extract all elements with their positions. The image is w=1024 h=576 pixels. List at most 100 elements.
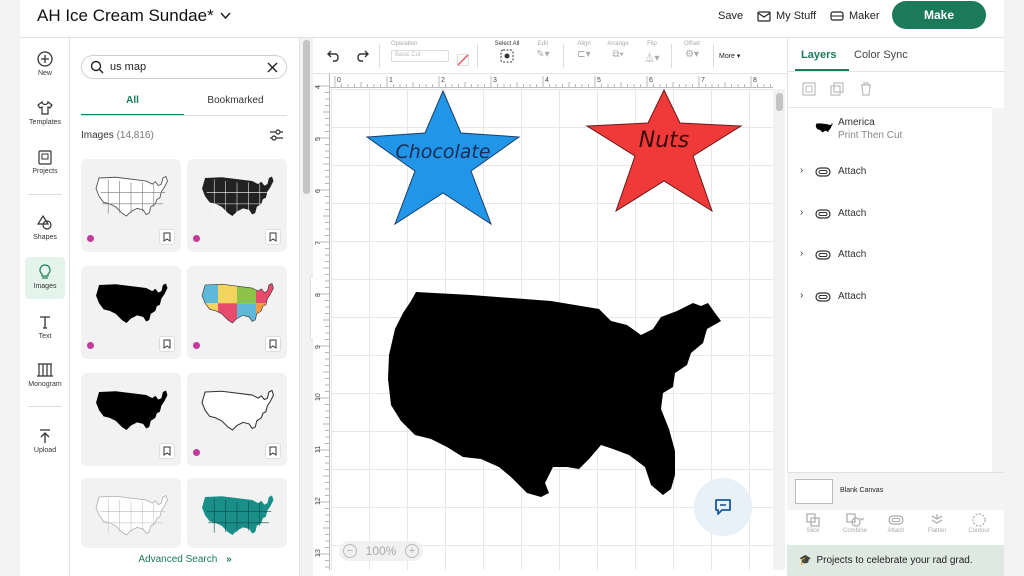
blank-canvas-row[interactable]: Blank Canvas [787,472,1004,510]
tab-layers[interactable]: Layers [794,49,850,71]
bookmark-button[interactable] [159,229,175,245]
zoom-level: 100% [365,544,397,558]
align-button[interactable]: Align ⊏▾ [571,41,597,60]
chat-button[interactable] [694,478,752,536]
bookmark-button[interactable] [159,443,175,459]
combine-icon [846,513,864,527]
duplicate-icon[interactable] [830,82,844,96]
search-bar[interactable]: us map [81,55,287,79]
projects-icon [38,150,52,165]
chevron-right-icon: › [800,248,804,259]
pencil-icon: ✎▾ [536,49,550,60]
layer-name: Attach [838,291,867,302]
select-all-button[interactable]: Select All [487,41,527,65]
canvas-scrollbar[interactable] [773,89,785,570]
my-stuff-label: My Stuff [776,10,817,22]
arrange-icon: ⧉▾ [612,49,624,60]
contour-icon [972,513,986,527]
tab-all[interactable]: All [81,95,184,116]
image-tile-us-teal-states[interactable] [187,478,287,548]
rail-item-monogram[interactable]: Monogram [20,361,70,388]
slice-icon [806,513,820,527]
image-tile-us-colorful[interactable] [187,266,287,359]
image-tile-us-outline[interactable] [187,373,287,466]
flatten-icon [931,514,943,524]
plus-circle-icon [37,51,53,67]
rail-item-projects[interactable]: Projects [20,148,70,175]
ruler-label: 0 [337,77,341,84]
ruler-label: 6 [315,189,322,193]
rail-item-images[interactable]: Images [25,257,65,299]
flip-button[interactable]: Flip ⏅▾ [639,41,665,64]
tab-color-sync[interactable]: Color Sync [854,49,908,61]
flatten-button[interactable]: Flatten [917,512,957,534]
trash-icon[interactable] [860,82,872,96]
operation-select[interactable]: Basic Cut [391,50,449,62]
image-tile-us-outline-states[interactable] [81,159,181,252]
us-map-shape[interactable] [388,292,721,497]
project-title-dropdown[interactable]: AH Ice Cream Sundae* [37,6,231,26]
bookmark-button[interactable] [265,443,281,459]
group-icon[interactable] [802,82,816,96]
attach-button[interactable]: Attach [876,512,916,534]
slice-label: Slice [806,528,820,534]
arrange-button[interactable]: Arrange ⧉▾ [603,41,633,60]
blank-canvas-label: Blank Canvas [840,487,884,494]
rail-item-shapes[interactable]: Shapes [20,214,70,241]
rail-item-templates[interactable]: Templates [20,99,70,126]
attach-icon [815,167,831,177]
maker-button[interactable]: Maker [830,10,880,22]
contour-button[interactable]: Contour [959,512,999,534]
advanced-search-label: Advanced Search [138,554,218,565]
image-tile-us-solid[interactable] [81,266,181,359]
layers-scrollbar[interactable] [992,108,1004,472]
scrollbar-thumb[interactable] [776,93,783,111]
search-input[interactable]: us map [110,61,146,73]
scrollbar-thumb[interactable] [303,40,310,194]
pen-color-icon[interactable] [457,54,469,66]
zoom-in-button[interactable]: + [404,544,419,558]
rail-label: Templates [29,119,61,126]
arrange-label: Arrange [607,41,629,47]
undo-icon[interactable] [327,50,341,62]
my-stuff-button[interactable]: My Stuff [757,10,816,22]
offset-button[interactable]: Offset ⚙▾ [677,41,707,60]
chat-icon [715,499,731,515]
us-map-thumbnail [202,495,274,535]
advanced-search-link[interactable]: Advanced Search » [70,554,300,565]
image-tile-us-solid-2[interactable] [81,373,181,466]
save-button[interactable]: Save [718,10,743,22]
more-button[interactable]: More ▾ [719,52,740,60]
edit-button[interactable]: Edit ✎▾ [530,41,556,60]
filter-icon[interactable] [269,129,284,141]
zoom-out-button[interactable]: − [343,544,357,558]
bookmark-button[interactable] [265,336,281,352]
rail-item-text[interactable]: Text [20,313,70,340]
make-button[interactable]: Make [892,1,986,29]
tab-bookmarked[interactable]: Bookmarked [184,95,287,106]
bookmark-icon [163,339,171,349]
blank-canvas-swatch[interactable] [795,479,833,504]
flip-icon: ⏅▾ [644,53,660,64]
promo-banner[interactable]: 🎓 Projects to celebrate your rad grad. [787,545,1004,576]
star-chocolate[interactable]: Chocolate [365,89,521,226]
ruler-top-ticks: 0 1 2 3 4 5 6 7 8 [334,76,771,87]
slice-button[interactable]: Slice [793,512,833,534]
bookmark-button[interactable] [159,336,175,352]
ruler-label: 3 [493,77,497,84]
rail-item-new[interactable]: New [20,50,70,77]
premium-dot [193,342,200,349]
layer-name: Attach [838,208,867,219]
chevron-right-icon: › [800,290,804,301]
toolbar-divider [713,44,714,68]
image-tile-us-dark-states[interactable] [187,159,287,252]
star-nuts[interactable]: Nuts [585,89,743,213]
image-tile-us-light-states[interactable] [81,478,181,548]
clear-search-icon[interactable] [267,62,278,73]
bookmark-button[interactable] [265,229,281,245]
monogram-icon [37,363,53,377]
redo-icon[interactable] [355,50,369,62]
combine-button[interactable]: Combine [835,512,875,534]
rail-item-upload[interactable]: Upload [20,427,70,454]
left-gutter [0,0,20,576]
